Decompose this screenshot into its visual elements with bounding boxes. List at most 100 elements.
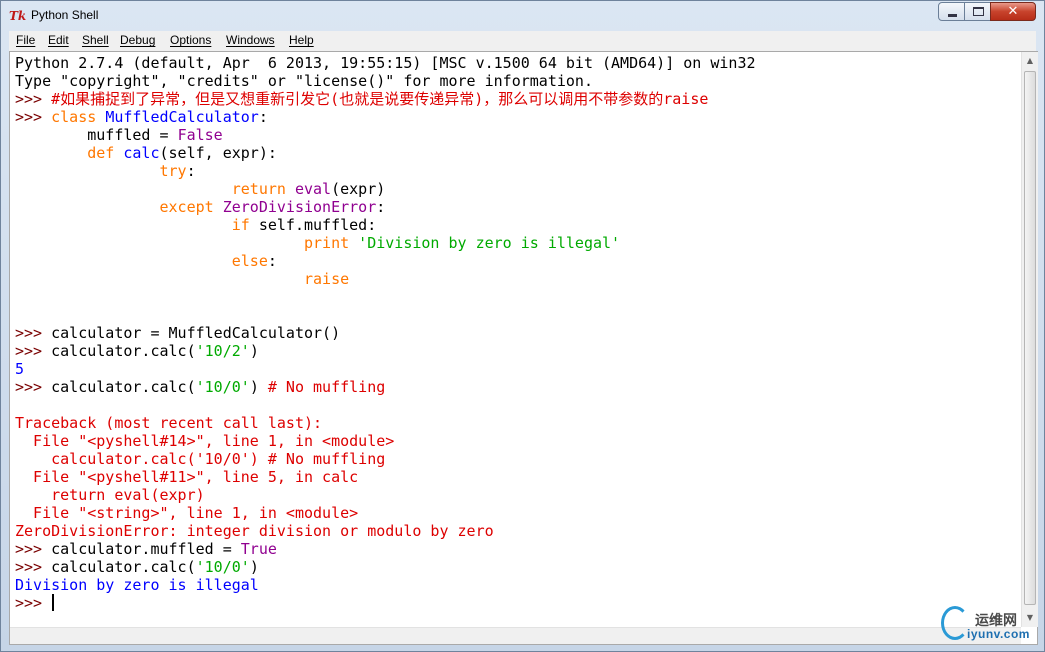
maximize-button[interactable]: [964, 2, 991, 21]
shell-line: >>> calculator.calc('10/0') # No mufflin…: [15, 378, 1015, 396]
code-token: ): [249, 378, 268, 396]
code-token: try: [159, 162, 187, 180]
shell-line: Python 2.7.4 (default, Apr 6 2013, 19:55…: [15, 54, 1015, 72]
code-token: (self, expr):: [159, 144, 277, 162]
code-token: ): [249, 342, 259, 360]
shell-line: >>>: [15, 594, 1015, 612]
scroll-up-icon[interactable]: ▲: [1022, 52, 1038, 69]
shell-line: muffled = False: [15, 126, 1015, 144]
code-token: >>>: [15, 594, 52, 612]
code-token: :: [186, 162, 196, 180]
maximize-icon: [973, 7, 984, 16]
code-token: File "<string>", line 1, in <module>: [15, 504, 359, 522]
shell-line: File "<pyshell#11>", line 5, in calc: [15, 468, 1015, 486]
code-token: raise: [303, 270, 350, 288]
code-token: calculator.calc('10/0') # No muffling: [15, 450, 386, 468]
menu-windows[interactable]: Windows: [226, 33, 275, 47]
menu-options[interactable]: Options: [170, 33, 211, 47]
menu-edit[interactable]: Edit: [48, 33, 69, 47]
status-strip: [10, 627, 1021, 644]
shell-line: File "<string>", line 1, in <module>: [15, 504, 1015, 522]
tk-feather-icon[interactable]: Tk: [9, 8, 27, 24]
code-token: >>>: [15, 342, 52, 360]
code-token: :: [258, 108, 268, 126]
code-token: >>>: [15, 108, 52, 126]
shell-line: try:: [15, 162, 1015, 180]
shell-line: Division by zero is illegal: [15, 576, 1015, 594]
shell-line: calculator.calc('10/0') # No muffling: [15, 450, 1015, 468]
code-token: 'Division by zero is illegal': [358, 234, 621, 252]
code-token: True: [240, 540, 277, 558]
shell-line: >>> calculator.calc('10/2'): [15, 342, 1015, 360]
code-token: MuffledCalculator: [105, 108, 259, 126]
shell-line: return eval(expr): [15, 486, 1015, 504]
window-title: Python Shell: [31, 8, 99, 22]
shell-line: >>> calculator.muffled = True: [15, 540, 1015, 558]
code-token: >>>: [15, 558, 52, 576]
shell-line: >>> class MuffledCalculator:: [15, 108, 1015, 126]
shell-client-area: Python 2.7.4 (default, Apr 6 2013, 19:55…: [9, 51, 1038, 645]
code-token: class: [51, 108, 97, 126]
code-token: >>>: [15, 90, 52, 108]
code-token: ZeroDivisionError: integer division or m…: [15, 522, 494, 540]
code-token: Traceback (most recent call last):: [15, 414, 323, 432]
code-token: return: [231, 180, 286, 198]
code-token: '10/0': [195, 558, 250, 576]
shell-text-area[interactable]: Python 2.7.4 (default, Apr 6 2013, 19:55…: [15, 54, 1015, 629]
code-token: def: [87, 144, 115, 162]
watermark-swirl-icon: [941, 606, 969, 640]
code-token: 5: [15, 360, 25, 378]
code-token: calculator.calc(: [51, 378, 196, 396]
minimize-button[interactable]: [938, 2, 965, 21]
shell-line: File "<pyshell#14>", line 1, in <module>: [15, 432, 1015, 450]
code-token: '10/0': [195, 378, 250, 396]
menu-file[interactable]: File: [16, 33, 35, 47]
close-button[interactable]: ✕: [990, 2, 1036, 21]
shell-line: except ZeroDivisionError:: [15, 198, 1015, 216]
code-token: File "<pyshell#11>", line 5, in calc: [15, 468, 359, 486]
code-token: calculator.calc(: [51, 342, 196, 360]
code-token: >>>: [15, 378, 52, 396]
code-token: # No muffling: [267, 378, 386, 396]
shell-line: else:: [15, 252, 1015, 270]
menu-help[interactable]: Help: [289, 33, 314, 47]
watermark-url: iyunv.com: [967, 627, 1030, 641]
code-token: return eval(expr): [15, 486, 205, 504]
code-token: calc: [123, 144, 160, 162]
code-token: calculator.calc(: [51, 558, 196, 576]
code-token: ): [249, 558, 259, 576]
code-token: Type "copyright", "credits" or "license(…: [15, 72, 593, 90]
scrollbar-thumb[interactable]: [1024, 71, 1036, 605]
title-bar[interactable]: Tk Python Shell ✕: [1, 1, 1044, 31]
menu-shell[interactable]: Shell: [82, 33, 109, 47]
code-token: except: [159, 198, 214, 216]
shell-line: if self.muffled:: [15, 216, 1015, 234]
shell-line: Type "copyright", "credits" or "license(…: [15, 72, 1015, 90]
code-token: eval: [294, 180, 332, 198]
code-token: >>>: [15, 540, 52, 558]
menu-debug[interactable]: Debug: [120, 33, 155, 47]
shell-line: ZeroDivisionError: integer division or m…: [15, 522, 1015, 540]
code-token: self.muffled:: [249, 216, 377, 234]
shell-line: print 'Division by zero is illegal': [15, 234, 1015, 252]
vertical-scrollbar[interactable]: ▲ ▼: [1021, 52, 1038, 627]
close-icon: ✕: [1007, 4, 1019, 19]
minimize-icon: [948, 14, 957, 17]
python-shell-window: Tk Python Shell ✕ File Edit Shell Debug …: [0, 0, 1045, 652]
shell-line: >>> calculator.calc('10/0'): [15, 558, 1015, 576]
code-token: :: [376, 198, 386, 216]
code-token: calculator = MuffledCalculator(): [51, 324, 341, 342]
